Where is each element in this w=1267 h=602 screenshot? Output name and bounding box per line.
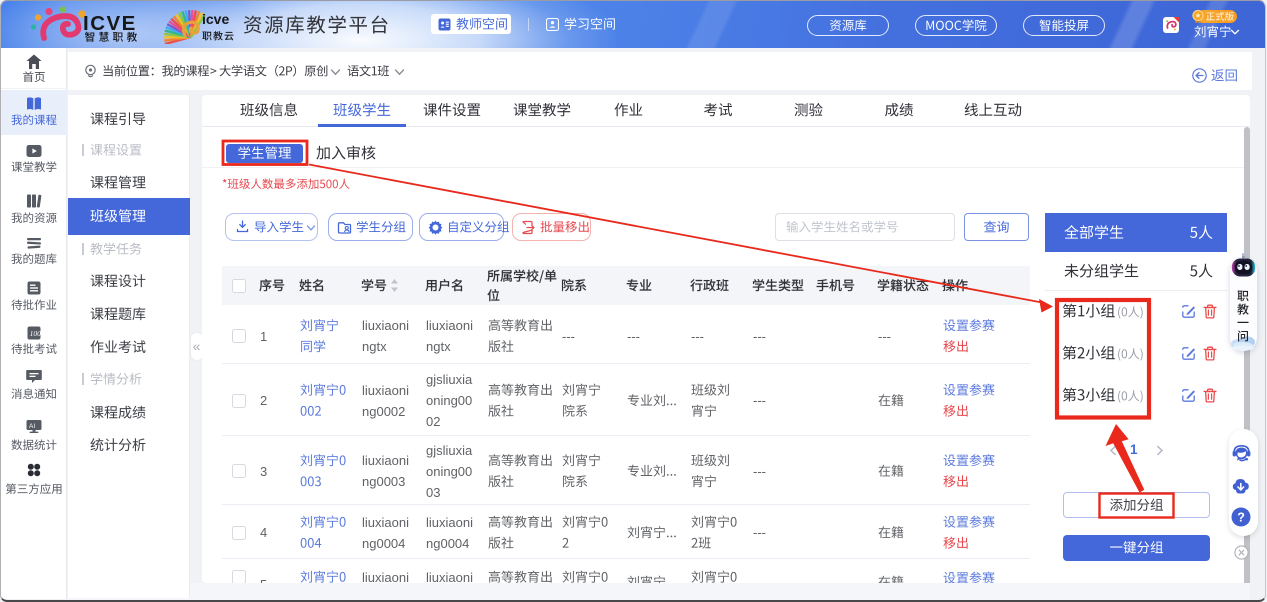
svg-text:?: ? [1237, 511, 1245, 525]
